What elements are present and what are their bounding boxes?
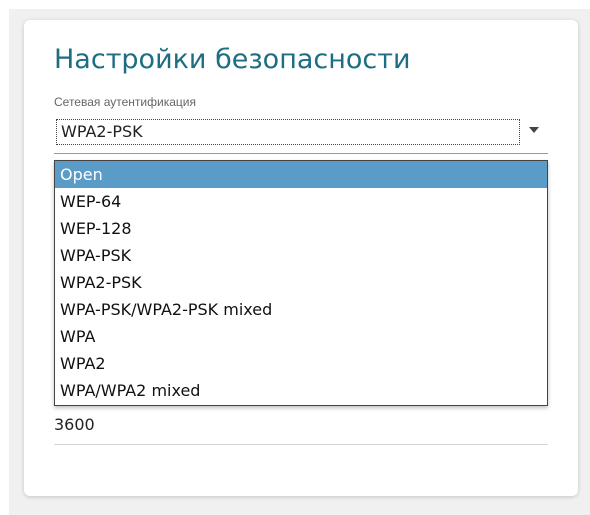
auth-option[interactable]: WPA2	[55, 350, 547, 377]
auth-options-list: Open WEP-64 WEP-128 WPA-PSK WPA2-PSK WPA…	[54, 160, 548, 406]
auth-option[interactable]: WPA-PSK	[55, 242, 547, 269]
auth-option[interactable]: WEP-64	[55, 188, 547, 215]
auth-option[interactable]: WEP-128	[55, 215, 547, 242]
window-edge-left	[0, 0, 9, 515]
auth-field-label: Сетевая аутентификация	[54, 95, 196, 109]
auth-option[interactable]: WPA2-PSK	[55, 269, 547, 296]
auth-option[interactable]: WPA/WPA2 mixed	[55, 377, 547, 404]
auth-option[interactable]: Open	[55, 161, 547, 188]
field-value[interactable]: 3600	[54, 414, 95, 436]
field-underline	[54, 444, 548, 445]
chevron-down-icon[interactable]	[529, 127, 539, 133]
page-title: Настройки безопасности	[54, 44, 411, 75]
window-edge-top	[0, 0, 590, 9]
auth-select[interactable]: WPA2-PSK	[54, 117, 548, 154]
auth-select-value: WPA2-PSK	[56, 119, 520, 145]
auth-option[interactable]: WPA-PSK/WPA2-PSK mixed	[55, 296, 547, 323]
auth-option[interactable]: WPA	[55, 323, 547, 350]
